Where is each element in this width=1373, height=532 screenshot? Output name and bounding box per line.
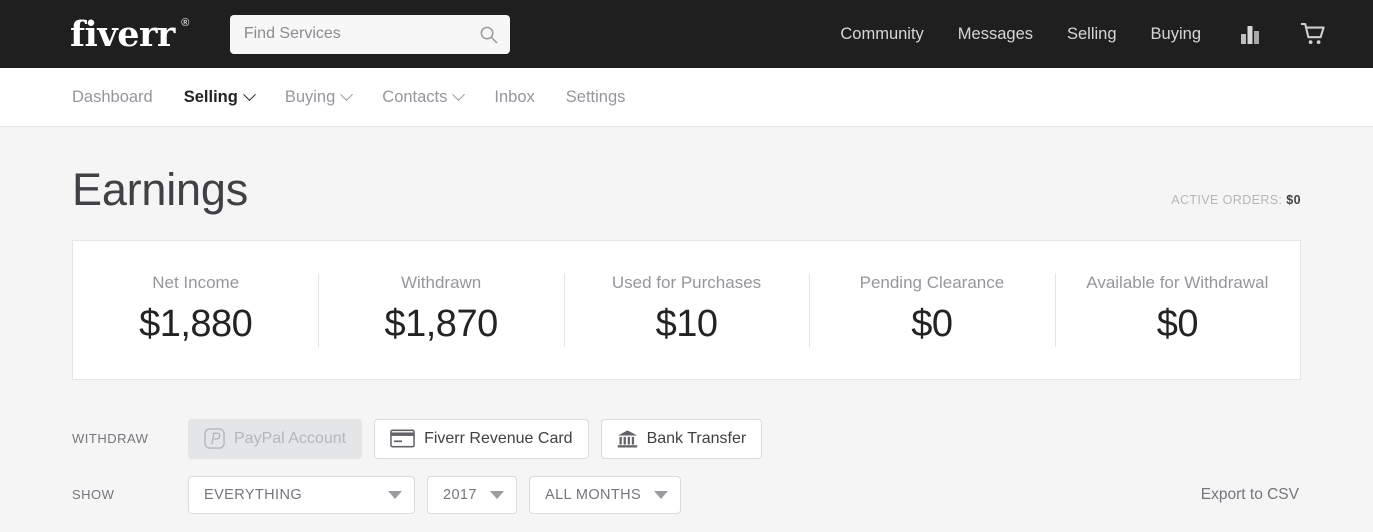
paypal-icon	[204, 428, 225, 450]
subnav-item-selling[interactable]: Selling	[183, 87, 256, 107]
chevron-down-icon	[340, 87, 354, 101]
withdraw-option-label: PayPal Account	[234, 429, 347, 447]
stat-label: Net Income	[152, 273, 240, 293]
stat-label: Used for Purchases	[611, 273, 762, 293]
withdraw-revenue-card-button[interactable]: Fiverr Revenue Card	[374, 418, 589, 459]
subnav-label-dashboard: Dashboard	[72, 87, 153, 106]
search-icon[interactable]	[479, 25, 498, 44]
registered-trademark-icon: ®	[181, 16, 189, 29]
subnav-label-selling: Selling	[183, 87, 238, 106]
chevron-down-icon	[490, 490, 504, 499]
stat-used-for-purchases: Used for Purchases $10	[564, 273, 809, 346]
stat-value: $0	[911, 303, 953, 346]
withdraw-option-label: Fiverr Revenue Card	[424, 429, 573, 447]
stat-value: $1,880	[139, 303, 253, 346]
top-nav-messages[interactable]: Messages	[958, 25, 1033, 44]
withdraw-paypal-button[interactable]: PayPal Account	[188, 418, 363, 459]
stat-value: $1,870	[384, 303, 498, 346]
page-title-row: Earnings ACTIVE ORDERS: $0	[42, 127, 1331, 216]
active-orders-label: ACTIVE ORDERS:	[1171, 192, 1283, 207]
subnav-label-settings: Settings	[565, 87, 626, 106]
withdraw-option-label: Bank Transfer	[646, 429, 747, 447]
stat-label: Pending Clearance	[859, 273, 1005, 293]
top-header: fiverr® Community Messages Selling Buyin…	[0, 0, 1373, 68]
logo-wordmark: fiverr	[70, 13, 175, 55]
export-to-csv-link[interactable]: Export to CSV	[1201, 486, 1301, 504]
filter-type-dropdown[interactable]: EVERYTHING	[188, 475, 415, 514]
stat-label: Withdrawn	[400, 273, 482, 293]
show-filters-row: SHOW EVERYTHING 2017 ALL MONTHS Export t…	[72, 475, 1301, 514]
top-nav-buying[interactable]: Buying	[1151, 25, 1201, 44]
filter-year-value: 2017	[443, 486, 477, 503]
stat-withdrawn: Withdrawn $1,870	[318, 273, 563, 346]
active-orders-summary: ACTIVE ORDERS: $0	[1171, 193, 1301, 216]
search-box[interactable]	[229, 14, 510, 54]
page-content: Earnings ACTIVE ORDERS: $0 Net Income $1…	[0, 127, 1373, 514]
page-title: Earnings	[72, 164, 249, 215]
stat-value: $10	[655, 303, 718, 346]
chevron-down-icon	[242, 87, 256, 101]
subnav-item-inbox[interactable]: Inbox	[494, 88, 534, 107]
subnav-item-buying[interactable]: Buying	[284, 87, 354, 107]
search-input[interactable]	[243, 14, 479, 54]
subnav-label-inbox: Inbox	[494, 87, 535, 106]
subnav-item-contacts[interactable]: Contacts	[382, 87, 466, 107]
chevron-down-icon	[388, 490, 402, 499]
filter-month-value: ALL MONTHS	[545, 486, 642, 503]
bank-icon	[617, 429, 638, 449]
chevron-down-icon	[654, 490, 668, 499]
analytics-bar-chart-icon[interactable]	[1235, 19, 1265, 49]
fiverr-logo[interactable]: fiverr ®	[70, 17, 189, 52]
top-navigation: Community Messages Selling Buying	[840, 19, 1353, 49]
show-label: SHOW	[72, 487, 115, 503]
stat-available-for-withdrawal: Available for Withdrawal $0	[1055, 273, 1300, 346]
subnav-label-buying: Buying	[284, 87, 336, 106]
stat-pending-clearance: Pending Clearance $0	[809, 273, 1054, 346]
subnav-item-dashboard[interactable]: Dashboard	[72, 88, 153, 107]
withdraw-label: WITHDRAW	[72, 431, 149, 447]
filter-type-value: EVERYTHING	[204, 486, 303, 503]
shopping-cart-icon[interactable]	[1299, 19, 1329, 49]
filter-year-dropdown[interactable]: 2017	[427, 475, 517, 514]
stat-label: Available for Withdrawal	[1086, 273, 1269, 293]
top-nav-community[interactable]: Community	[840, 25, 923, 44]
subnav-label-contacts: Contacts	[382, 87, 448, 106]
chevron-down-icon	[452, 87, 466, 101]
active-orders-value: $0	[1286, 192, 1301, 207]
stat-net-income: Net Income $1,880	[73, 273, 318, 346]
withdraw-bank-transfer-button[interactable]: Bank Transfer	[600, 418, 763, 459]
top-nav-selling[interactable]: Selling	[1067, 25, 1117, 44]
withdraw-row: WITHDRAW PayPal Account Fiverr Revenue C…	[72, 418, 1301, 459]
filter-month-dropdown[interactable]: ALL MONTHS	[529, 475, 681, 514]
sub-navigation: Dashboard Selling Buying Contacts Inbox …	[0, 68, 1373, 127]
credit-card-icon	[390, 429, 415, 448]
subnav-item-settings[interactable]: Settings	[566, 88, 626, 107]
earnings-stats-card: Net Income $1,880 Withdrawn $1,870 Used …	[72, 239, 1301, 380]
stat-value: $0	[1156, 303, 1199, 346]
